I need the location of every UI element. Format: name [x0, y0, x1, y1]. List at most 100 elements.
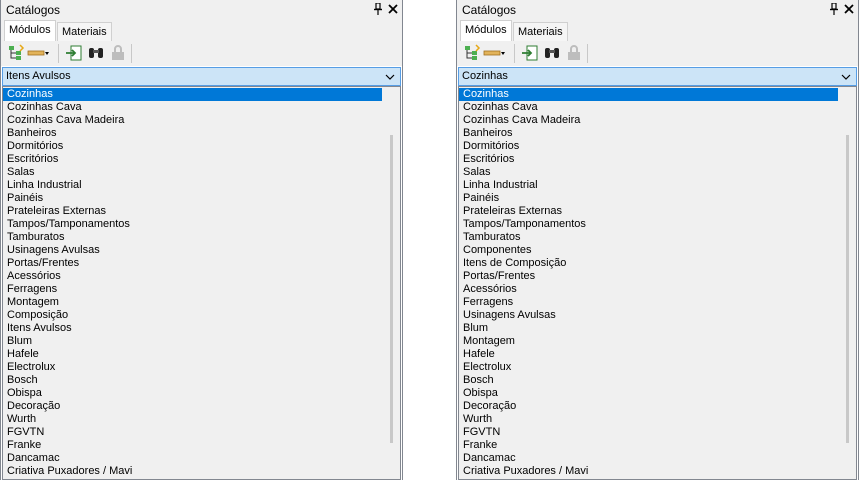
list-item[interactable]: Cozinhas Cava Madeira: [3, 114, 382, 127]
combo-value: Cozinhas: [462, 70, 508, 82]
tab-materiais[interactable]: Materiais: [57, 22, 112, 41]
list-item[interactable]: Escritórios: [459, 153, 838, 166]
panel-titlebar: Catálogos: [1, 0, 402, 20]
tree-icon[interactable]: [463, 44, 481, 62]
ruler-icon[interactable]: [483, 44, 507, 62]
catalog-dropdown-list: Cozinhas Cozinhas Cava Cozinhas Cava Madei…: [2, 86, 401, 480]
panel-titlebar: Catálogos: [457, 0, 858, 20]
list-item[interactable]: Blum: [3, 335, 382, 348]
ruler-icon[interactable]: [27, 44, 51, 62]
list-item[interactable]: Dormitórios: [3, 140, 382, 153]
tab-strip: Módulos Materiais: [1, 20, 402, 42]
scrollbar-thumb[interactable]: [846, 135, 849, 443]
list-item[interactable]: Cozinhas: [459, 88, 838, 101]
chevron-down-icon[interactable]: [385, 72, 395, 82]
list-item[interactable]: Hafele: [459, 348, 838, 361]
list-item[interactable]: Escritórios: [3, 153, 382, 166]
list-item[interactable]: Cozinhas Cava: [459, 101, 838, 114]
list-item[interactable]: Portas/Frentes: [3, 257, 382, 270]
list-item[interactable]: Linha Industrial: [459, 179, 838, 192]
list-item[interactable]: Tamburatos: [459, 231, 838, 244]
list-items: Cozinhas Cozinhas Cava Cozinhas Cava Madei…: [459, 88, 838, 478]
catalog-panel: Catálogos Módulos Materiais: [456, 0, 859, 480]
list-item[interactable]: Composição: [3, 309, 382, 322]
list-item[interactable]: Tampos/Tamponamentos: [3, 218, 382, 231]
list-item[interactable]: Hafele: [3, 348, 382, 361]
tree-icon[interactable]: [7, 44, 25, 62]
list-item[interactable]: Usinagens Avulsas: [459, 309, 838, 322]
list-item[interactable]: Banheiros: [459, 127, 838, 140]
list-item[interactable]: Banheiros: [3, 127, 382, 140]
list-item[interactable]: Componentes: [459, 244, 838, 257]
tab-modulos[interactable]: Módulos: [4, 20, 56, 41]
list-item[interactable]: Bosch: [459, 374, 838, 387]
list-item[interactable]: FGVTN: [459, 426, 838, 439]
toolbar-separator: [58, 44, 59, 63]
list-item[interactable]: Decoração: [459, 400, 838, 413]
list-item[interactable]: Usinagens Avulsas: [3, 244, 382, 257]
list-item[interactable]: Tampos/Tamponamentos: [459, 218, 838, 231]
list-item[interactable]: Cozinhas Cava Madeira: [459, 114, 838, 127]
list-item[interactable]: Criativa Puxadores / Mavi: [459, 465, 838, 478]
scrollbar-thumb[interactable]: [390, 135, 393, 443]
tab-modulos[interactable]: Módulos: [460, 20, 512, 41]
import-icon[interactable]: [65, 44, 83, 62]
list-item[interactable]: Salas: [3, 166, 382, 179]
catalog-combo[interactable]: Cozinhas: [458, 67, 857, 86]
toolbar-separator: [131, 44, 132, 63]
list-item[interactable]: Wurth: [459, 413, 838, 426]
list-item[interactable]: Wurth: [3, 413, 382, 426]
scrollbar[interactable]: [383, 87, 400, 479]
catalog-panel: Catálogos Módulos Materiais: [0, 0, 403, 480]
binoculars-icon[interactable]: [87, 44, 105, 62]
list-item[interactable]: Montagem: [459, 335, 838, 348]
close-icon[interactable]: [387, 3, 399, 15]
list-item[interactable]: Electrolux: [459, 361, 838, 374]
chevron-down-icon[interactable]: [841, 72, 851, 82]
tab-materiais[interactable]: Materiais: [513, 22, 568, 41]
scrollbar[interactable]: [839, 87, 856, 479]
pin-icon[interactable]: [829, 3, 839, 15]
list-item[interactable]: Obispa: [3, 387, 382, 400]
list-item[interactable]: Ferragens: [3, 283, 382, 296]
list-item[interactable]: Cozinhas: [3, 88, 382, 101]
panel-title: Catálogos: [462, 3, 517, 17]
list-item[interactable]: Decoração: [3, 400, 382, 413]
list-item[interactable]: Ferragens: [459, 296, 838, 309]
import-icon[interactable]: [521, 44, 539, 62]
close-icon[interactable]: [843, 3, 855, 15]
list-item[interactable]: FGVTN: [3, 426, 382, 439]
list-item[interactable]: Dancamac: [3, 452, 382, 465]
combo-value: Itens Avulsos: [6, 70, 71, 82]
list-item[interactable]: Itens Avulsos: [3, 322, 382, 335]
list-item[interactable]: Acessórios: [3, 270, 382, 283]
list-item[interactable]: Dancamac: [459, 452, 838, 465]
list-item[interactable]: Painéis: [459, 192, 838, 205]
list-item[interactable]: Salas: [459, 166, 838, 179]
list-item[interactable]: Prateleiras Externas: [459, 205, 838, 218]
list-item[interactable]: Franke: [459, 439, 838, 452]
list-item[interactable]: Itens de Composição: [459, 257, 838, 270]
list-item[interactable]: Montagem: [3, 296, 382, 309]
list-item[interactable]: Tamburatos: [3, 231, 382, 244]
list-item[interactable]: Electrolux: [3, 361, 382, 374]
list-item[interactable]: Obispa: [459, 387, 838, 400]
list-item[interactable]: Acessórios: [459, 283, 838, 296]
list-item[interactable]: Linha Industrial: [3, 179, 382, 192]
list-item[interactable]: Painéis: [3, 192, 382, 205]
toolbar: [457, 41, 858, 66]
list-item[interactable]: Blum: [459, 322, 838, 335]
list-item[interactable]: Franke: [3, 439, 382, 452]
list-item[interactable]: Dormitórios: [459, 140, 838, 153]
list-item[interactable]: Criativa Puxadores / Mavi: [3, 465, 382, 478]
toolbar-separator: [587, 44, 588, 63]
list-item[interactable]: Prateleiras Externas: [3, 205, 382, 218]
dropdown-arrow-icon: [501, 52, 505, 55]
list-item[interactable]: Cozinhas Cava: [3, 101, 382, 114]
pin-icon[interactable]: [373, 3, 383, 15]
catalog-dropdown-list: Cozinhas Cozinhas Cava Cozinhas Cava Madei…: [458, 86, 857, 480]
list-item[interactable]: Portas/Frentes: [459, 270, 838, 283]
list-item[interactable]: Bosch: [3, 374, 382, 387]
catalog-combo[interactable]: Itens Avulsos: [2, 67, 401, 86]
binoculars-icon[interactable]: [543, 44, 561, 62]
